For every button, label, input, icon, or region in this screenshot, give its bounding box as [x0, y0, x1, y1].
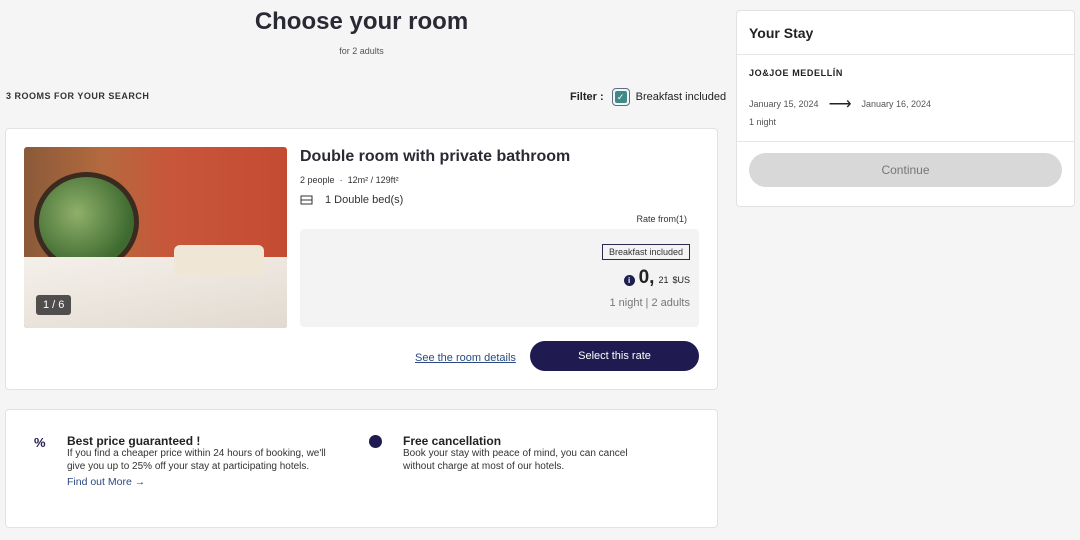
bed-count: 1 Double bed(s): [325, 194, 404, 206]
room-photo[interactable]: 1 / 6: [24, 147, 287, 328]
arrow-right-icon: →: [134, 476, 146, 488]
stay-title: Your Stay: [749, 25, 814, 41]
breakfast-checkbox[interactable]: ✓: [611, 88, 630, 106]
select-rate-button[interactable]: Select this rate: [530, 341, 699, 371]
arrow-right-icon: ⟶: [828, 96, 852, 113]
price: i 0, 21 $US: [623, 267, 690, 289]
promo-free-cancellation: Free cancellation Book your stay with pe…: [403, 434, 653, 473]
pillow: [174, 245, 264, 275]
breakfast-badge: Breakfast included: [601, 244, 690, 260]
find-out-more-link[interactable]: Find out More →: [67, 476, 327, 488]
filter: Filter : ✓ Breakfast included: [570, 88, 726, 106]
checkin-date: January 15, 2024: [749, 99, 819, 109]
divider: [737, 54, 1074, 55]
room-title: Double room with private bathroom: [300, 148, 571, 165]
results-count: 3 ROOMS FOR YOUR SEARCH: [6, 91, 150, 101]
divider: [737, 141, 1074, 142]
stay-nights: 1 night: [749, 117, 777, 127]
clock-icon: [369, 435, 382, 448]
photo-counter: 1 / 6: [36, 295, 72, 315]
checkout-date: January 16, 2024: [861, 99, 932, 109]
stay-dates: January 15, 2024 ⟶ January 16, 2024: [749, 94, 931, 114]
rate-box[interactable]: Breakfast included i 0, 21 $US 1 night | …: [300, 229, 699, 327]
promo-best-price: Best price guaranteed ! If you find a ch…: [67, 434, 327, 488]
room-meta: 2 people · 12m² / 129ft²: [300, 175, 399, 185]
page-subtitle: for 2 adults: [339, 46, 384, 56]
continue-button[interactable]: Continue: [749, 153, 1062, 187]
filter-label: Filter :: [570, 91, 604, 103]
filter-option-label[interactable]: Breakfast included: [636, 91, 727, 103]
check-icon: ✓: [614, 91, 627, 103]
hotel-name: JO&JOE MEDELLÍN: [749, 68, 844, 78]
percent-icon: %: [34, 435, 46, 450]
bed-icon: [300, 195, 313, 205]
rate-details: 1 night | 2 adults: [609, 297, 690, 309]
price-integer: 0,: [638, 267, 655, 288]
rate-from: Rate from(1): [636, 214, 687, 224]
page-title: Choose your room: [254, 8, 469, 35]
promo-title: Free cancellation: [403, 434, 502, 448]
promo-text: Book your stay with peace of mind, you c…: [403, 448, 628, 472]
currency: $US: [672, 275, 690, 285]
separator: ·: [339, 175, 343, 185]
promo-title: Best price guaranteed !: [67, 434, 201, 448]
promo-text: If you find a cheaper price within 24 ho…: [67, 448, 326, 472]
room-details-link[interactable]: See the room details: [415, 352, 516, 364]
price-decimal: 21: [658, 275, 669, 285]
info-icon[interactable]: i: [623, 275, 635, 286]
bed-info: 1 Double bed(s): [300, 194, 403, 206]
capacity: 2 people: [300, 175, 335, 185]
room-size: 12m² / 129ft²: [347, 175, 399, 185]
